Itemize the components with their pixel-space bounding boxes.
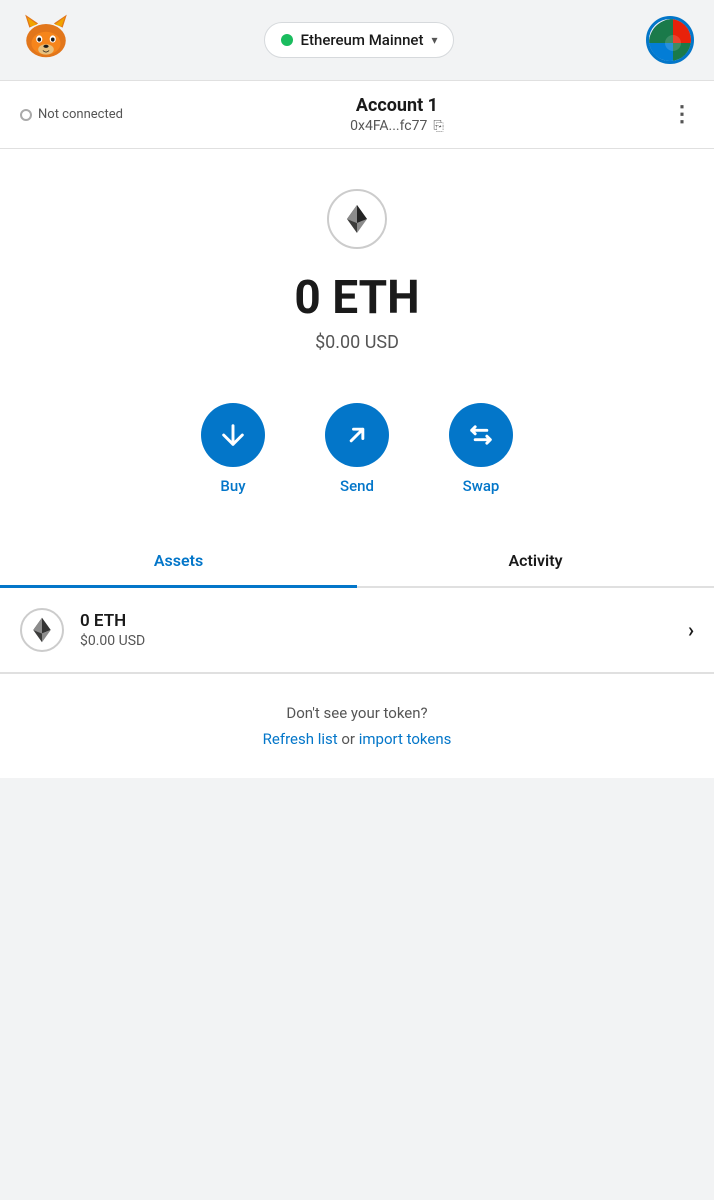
- swap-label: Swap: [463, 477, 500, 495]
- account-name: Account 1: [350, 95, 444, 116]
- swap-button[interactable]: [449, 403, 513, 467]
- tab-activity-label: Activity: [508, 551, 562, 570]
- refresh-list-link[interactable]: Refresh list: [263, 730, 338, 748]
- eth-logo-circle: [327, 189, 387, 249]
- copy-address-icon[interactable]: ⎘: [433, 119, 443, 134]
- account-bar: Not connected Account 1 0x4FA...fc77 ⎘ ⋮: [0, 80, 714, 149]
- import-tokens-link[interactable]: import tokens: [359, 730, 452, 748]
- network-name: Ethereum Mainnet: [301, 31, 424, 49]
- asset-list: 0 ETH $0.00 USD ›: [0, 588, 714, 673]
- eth-asset-item[interactable]: 0 ETH $0.00 USD ›: [0, 588, 714, 673]
- tab-activity[interactable]: Activity: [357, 535, 714, 586]
- eth-balance: 0 ETH: [294, 273, 419, 324]
- send-action[interactable]: Send: [325, 403, 389, 495]
- buy-action[interactable]: Buy: [201, 403, 265, 495]
- send-label: Send: [340, 477, 374, 495]
- header: Ethereum Mainnet ▾: [0, 0, 714, 80]
- footer-section: Don't see your token? Refresh list or im…: [0, 673, 714, 778]
- account-info: Account 1 0x4FA...fc77 ⎘: [350, 95, 444, 134]
- action-buttons: Buy Send Swap: [0, 383, 714, 525]
- connection-status: Not connected: [20, 107, 123, 122]
- tabs: Assets Activity: [0, 535, 714, 588]
- asset-chevron-icon: ›: [688, 618, 694, 642]
- account-avatar[interactable]: [646, 16, 694, 64]
- swap-action[interactable]: Swap: [449, 403, 513, 495]
- network-selector[interactable]: Ethereum Mainnet ▾: [264, 22, 455, 58]
- footer-prompt: Don't see your token?: [20, 704, 694, 722]
- more-menu-button[interactable]: ⋮: [671, 104, 694, 126]
- connection-status-label: Not connected: [38, 107, 123, 122]
- asset-details: 0 ETH $0.00 USD: [80, 611, 688, 649]
- account-address: 0x4FA...fc77 ⎘: [350, 118, 444, 134]
- asset-eth-balance: 0 ETH: [80, 611, 688, 631]
- tab-assets[interactable]: Assets: [0, 535, 357, 586]
- main-content: 0 ETH $0.00 USD Buy Send: [0, 149, 714, 778]
- eth-section: 0 ETH $0.00 USD: [0, 149, 714, 383]
- eth-asset-icon: [20, 608, 64, 652]
- asset-usd-value: $0.00 USD: [80, 633, 688, 649]
- metamask-logo[interactable]: [20, 12, 72, 68]
- buy-label: Buy: [220, 477, 245, 495]
- tab-assets-label: Assets: [154, 551, 203, 570]
- eth-usd-value: $0.00 USD: [315, 332, 399, 353]
- buy-button[interactable]: [201, 403, 265, 467]
- footer-links: Refresh list or import tokens: [20, 730, 694, 748]
- chevron-down-icon: ▾: [431, 33, 437, 47]
- address-text: 0x4FA...fc77: [350, 118, 427, 134]
- not-connected-dot: [20, 109, 32, 121]
- send-button[interactable]: [325, 403, 389, 467]
- or-text: or: [338, 730, 359, 748]
- network-status-dot: [281, 34, 293, 46]
